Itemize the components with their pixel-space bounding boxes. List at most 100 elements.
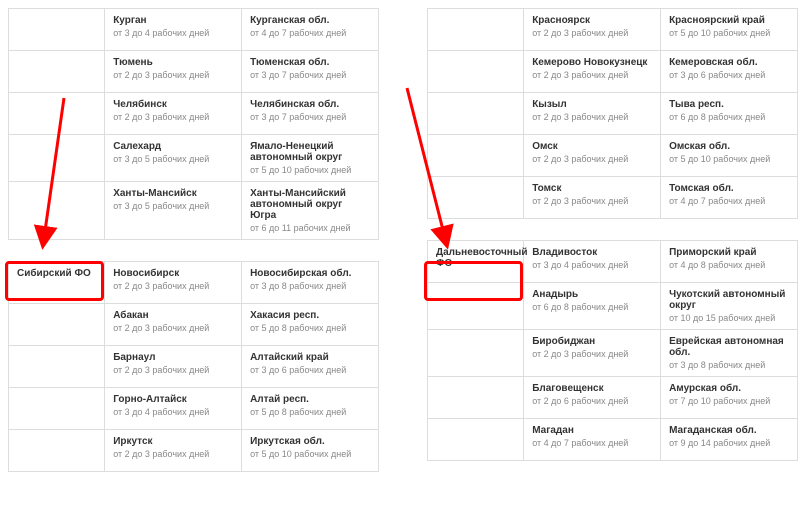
city-name: Магадан: [532, 425, 652, 436]
city-name: Биробиджан: [532, 336, 652, 347]
area-term: от 3 до 6 рабочих дней: [250, 365, 370, 375]
city-term: от 2 до 3 рабочих дней: [113, 365, 233, 375]
area-term: от 10 до 15 рабочих дней: [669, 313, 789, 323]
region-head: [428, 135, 524, 177]
left-column: Курганот 3 до 4 рабочих днейКурганская о…: [8, 8, 379, 472]
area-cell: Челябинская обл.от 3 до 7 рабочих дней: [242, 93, 379, 135]
region-head: [9, 9, 105, 51]
area-term: от 3 до 6 рабочих дней: [669, 70, 789, 80]
table-row: Дальневосточный ФОВладивостокот 3 до 4 р…: [428, 241, 798, 283]
city-cell: Барнаул от 2 до 3 рабочих дней: [105, 346, 242, 388]
area-name: Чукотский автономный округ: [669, 289, 789, 311]
city-cell: Магаданот 4 до 7 рабочих дней: [524, 419, 661, 461]
area-term: от 5 до 8 рабочих дней: [250, 407, 370, 417]
area-term: от 5 до 10 рабочих дней: [669, 154, 789, 164]
city-name: Томск: [532, 183, 652, 194]
area-name: Ямало-Ненецкий автономный округ: [250, 141, 370, 163]
area-cell: Алтайский край от 3 до 6 рабочих дней: [242, 346, 379, 388]
area-cell: Магаданская обл.от 9 до 14 рабочих дней: [661, 419, 798, 461]
city-cell: Новосибирскот 2 до 3 рабочих дней: [105, 262, 242, 304]
city-term: от 2 до 3 рабочих дней: [532, 196, 652, 206]
table-row: Салехард от 3 до 5 рабочих дней Ямало-Нене…: [9, 135, 379, 182]
city-term: от 2 до 3 рабочих дней: [113, 112, 233, 122]
city-term: от 2 до 6 рабочих дней: [532, 396, 652, 406]
table-row: Омскот 2 до 3 рабочих дней Омская обл. от …: [428, 135, 798, 177]
area-cell: Новосибирская обл.от 3 до 8 рабочих дней: [242, 262, 379, 304]
city-cell: Челябинскот 2 до 3 рабочих дней: [105, 93, 242, 135]
city-cell: Кемерово Новокузнецкот 2 до 3 рабочих дн…: [524, 51, 661, 93]
area-term: от 4 до 8 рабочих дней: [669, 260, 789, 270]
city-cell: Ханты-Мансийскот 3 до 5 рабочих дней: [105, 182, 242, 240]
table-row: Барнаул от 2 до 3 рабочих дней Алтайский к…: [9, 346, 379, 388]
city-name: Ханты-Мансийск: [113, 188, 233, 199]
area-name: Омская обл.: [669, 141, 789, 152]
city-name: Салехард: [113, 141, 233, 152]
city-cell: Тюмень от 2 до 3 рабочих дней: [105, 51, 242, 93]
city-cell: Красноярскот 2 до 3 рабочих дней: [524, 9, 661, 51]
region-head: [9, 51, 105, 93]
right-column: Красноярскот 2 до 3 рабочих днейКраснояр…: [427, 8, 798, 472]
city-term: от 2 до 3 рабочих дней: [113, 449, 233, 459]
city-name: Тюмень: [113, 57, 233, 68]
area-cell: Амурская обл.от 7 до 10 рабочих дней: [661, 377, 798, 419]
area-name: Хакасия респ.: [250, 310, 370, 321]
area-cell: Ханты-Мансийский автономный округ Юграот…: [242, 182, 379, 240]
table-row: Томскот 2 до 3 рабочих днейТомская обл.о…: [428, 177, 798, 219]
region-head: [428, 419, 524, 461]
city-name: Абакан: [113, 310, 233, 321]
city-name: Анадырь: [532, 289, 652, 300]
city-term: от 2 до 3 рабочих дней: [113, 281, 233, 291]
city-term: от 2 до 3 рабочих дней: [532, 154, 652, 164]
city-term: от 3 до 5 рабочих дней: [113, 154, 233, 164]
region-head: Сибирский ФО: [9, 262, 105, 304]
city-name: Курган: [113, 15, 233, 26]
area-cell: Иркутская обл.от 5 до 10 рабочих дней: [242, 430, 379, 472]
city-cell: Салехард от 3 до 5 рабочих дней: [105, 135, 242, 182]
table-row: Сибирский ФОНовосибирскот 2 до 3 рабочих…: [9, 262, 379, 304]
area-cell: Еврейская автономная обл. от 3 до 8 рабоч…: [661, 330, 798, 377]
table-row: Благовещенскот 2 до 6 рабочих днейАмурск…: [428, 377, 798, 419]
city-term: от 2 до 3 рабочих дней: [113, 70, 233, 80]
city-cell: Омскот 2 до 3 рабочих дней: [524, 135, 661, 177]
table-row: Красноярскот 2 до 3 рабочих днейКраснояр…: [428, 9, 798, 51]
area-cell: Кемеровская обл. от 3 до 6 рабочих дней: [661, 51, 798, 93]
area-term: от 3 до 7 рабочих дней: [250, 70, 370, 80]
area-cell: Алтай респ.от 5 до 8 рабочих дней: [242, 388, 379, 430]
city-cell: Абакан от 2 до 3 рабочих дней: [105, 304, 242, 346]
city-term: от 2 до 3 рабочих дней: [532, 112, 652, 122]
city-term: от 3 до 4 рабочих дней: [532, 260, 652, 270]
city-term: от 2 до 3 рабочих дней: [113, 323, 233, 333]
region-head: [428, 9, 524, 51]
region-head: [428, 51, 524, 93]
table-row: Челябинскот 2 до 3 рабочих днейЧелябинск…: [9, 93, 379, 135]
area-name: Магаданская обл.: [669, 425, 789, 436]
region-head: [9, 93, 105, 135]
region-head: Дальневосточный ФО: [428, 241, 524, 283]
city-cell: Биробиджанот 2 до 3 рабочих дней: [524, 330, 661, 377]
area-name: Тюменская обл.: [250, 57, 370, 68]
area-term: от 3 до 7 рабочих дней: [250, 112, 370, 122]
right-table: Красноярскот 2 до 3 рабочих днейКраснояр…: [427, 8, 798, 461]
table-row: Ханты-Мансийскот 3 до 5 рабочих днейХант…: [9, 182, 379, 240]
city-name: Барнаул: [113, 352, 233, 363]
city-cell: Томск от 2 до 3 рабочих дней: [524, 177, 661, 219]
region-head: [9, 346, 105, 388]
area-cell: Красноярский крайот 5 до 10 рабочих дней: [661, 9, 798, 51]
area-name: Еврейская автономная обл.: [669, 336, 789, 358]
region-head: [428, 377, 524, 419]
area-name: Кемеровская обл.: [669, 57, 789, 68]
area-name: Амурская обл.: [669, 383, 789, 394]
city-cell: Горно-Алтайскот 3 до 4 рабочих дней: [105, 388, 242, 430]
area-term: от 5 до 10 рабочих дней: [250, 165, 370, 175]
city-cell: Благовещенскот 2 до 6 рабочих дней: [524, 377, 661, 419]
table-row: Тюмень от 2 до 3 рабочих дней Тюменская об…: [9, 51, 379, 93]
city-name: Кызыл: [532, 99, 652, 110]
area-cell: Ямало-Ненецкий автономный округ от 5 до 1…: [242, 135, 379, 182]
area-name: Алтайский край: [250, 352, 370, 363]
region-head: [428, 330, 524, 377]
city-name: Красноярск: [532, 15, 652, 26]
area-term: от 5 до 10 рабочих дней: [669, 28, 789, 38]
city-cell: Владивостокот 3 до 4 рабочих дней: [524, 241, 661, 283]
area-cell: Чукотский автономный округ от 10 до 15 ра…: [661, 283, 798, 330]
area-term: от 3 до 8 рабочих дней: [669, 360, 789, 370]
